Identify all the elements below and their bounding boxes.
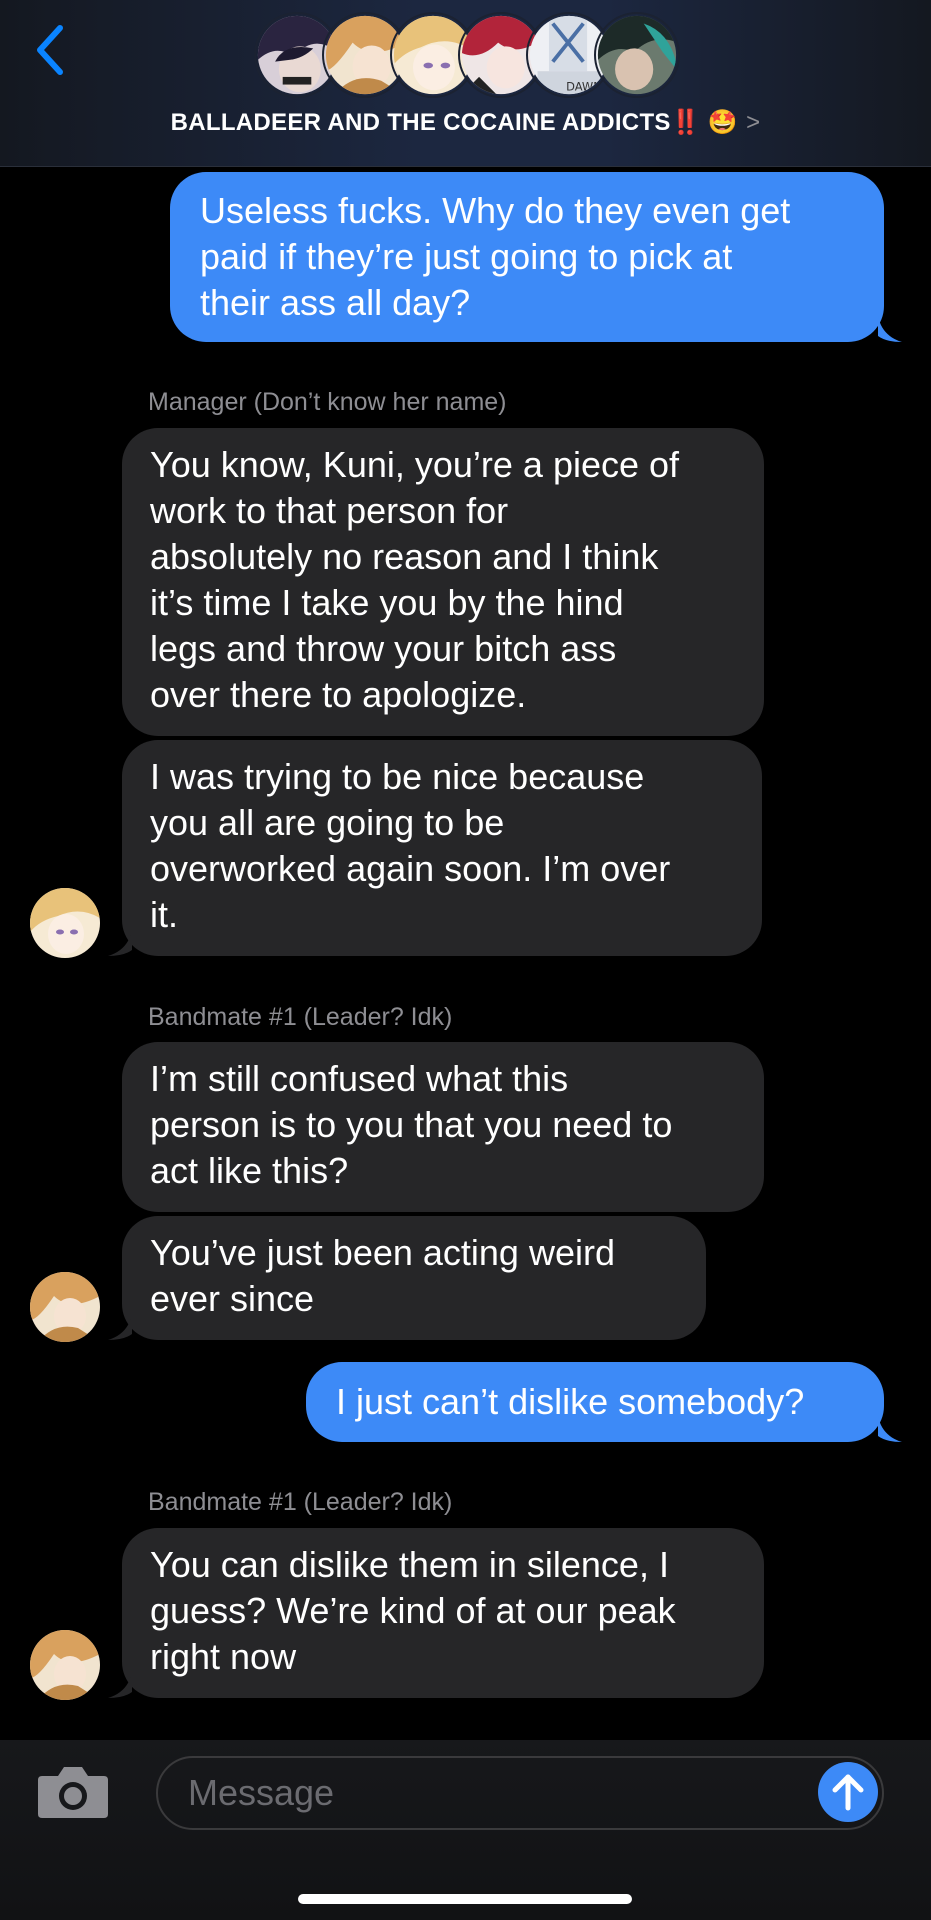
message-line: I’m still confused what this [150,1058,569,1099]
message-line: legs and throw your bitch ass [150,628,617,669]
message-line: ever since [150,1278,315,1319]
message-line: overworked again soon. I’m over [150,848,671,889]
message-line: Useless fucks. Why do they even get [200,190,791,231]
message-line: You know, Kuni, you’re a piece of [150,444,680,485]
received-message-bubble[interactable]: You can dislike them in silence, I guess… [122,1528,764,1698]
received-message-bubble[interactable]: I was trying to be nice because you all … [122,740,762,956]
message-line: You can dislike them in silence, I [150,1544,669,1585]
sent-message-bubble[interactable]: I just can’t dislike somebody? [306,1362,884,1442]
sent-message-bubble[interactable]: Useless fucks. Why do they even get paid… [170,172,884,342]
group-title-row[interactable]: BALLADEER AND THE COCAINE ADDICTS‼️ 🤩 > [0,108,931,137]
arrow-up-icon [832,1774,864,1811]
title-emojis: ‼️ 🤩 [670,109,739,136]
chevron-right-icon: > [746,109,761,136]
bubble-tail [108,930,132,956]
home-indicator[interactable] [298,1894,632,1904]
message-line: I was trying to be nice because [150,756,645,797]
message-line: guess? We’re kind of at our peak [150,1590,676,1631]
message-line: I just can’t dislike somebody? [336,1381,805,1422]
manager-avatar[interactable] [30,888,100,958]
received-message-bubble[interactable]: I’m still confused what this person is t… [122,1042,764,1212]
bubble-tail [108,1672,132,1698]
message-line: work to that person for [150,490,509,531]
message-input[interactable] [156,1756,884,1830]
message-line: it. [150,894,179,935]
compose-bar [0,1740,931,1920]
sender-name-label: Bandmate #1 (Leader? Idk) [148,1488,453,1516]
group-avatars[interactable]: DAWN [254,12,680,100]
message-line: their ass all day? [200,282,471,323]
message-line: right now [150,1636,297,1677]
sender-name-label: Manager (Don’t know her name) [148,388,507,416]
bubble-tail [878,316,902,342]
message-line: you all are going to be [150,802,505,843]
bubble-tail [878,1416,902,1442]
message-line: act like this? [150,1150,349,1191]
avatar-badge-text: DAWN [566,79,602,93]
message-line: You’ve just been acting weird [150,1232,615,1273]
group-avatar-6 [594,12,680,98]
bubble-tail [108,1314,132,1340]
bandmate-avatar[interactable] [30,1272,100,1342]
message-line: person is to you that you need to [150,1104,673,1145]
send-button[interactable] [818,1762,878,1822]
back-chevron-icon[interactable] [30,22,74,78]
sender-name-label: Bandmate #1 (Leader? Idk) [148,1003,453,1031]
received-message-bubble[interactable]: You’ve just been acting weird ever since [122,1216,706,1340]
camera-icon[interactable] [36,1762,110,1820]
received-message-bubble[interactable]: You know, Kuni, you’re a piece of work t… [122,428,764,736]
message-line: over there to apologize. [150,674,527,715]
message-line: absolutely no reason and I think [150,536,659,577]
message-line: paid if they’re just going to pick at [200,236,733,277]
message-line: it’s time I take you by the hind [150,582,624,623]
group-title: BALLADEER AND THE COCAINE ADDICTS [170,109,671,136]
bandmate-avatar[interactable] [30,1630,100,1700]
conversation-header: DAWN BALLADEER AND THE COCAINE ADDICTS‼️… [0,0,931,167]
